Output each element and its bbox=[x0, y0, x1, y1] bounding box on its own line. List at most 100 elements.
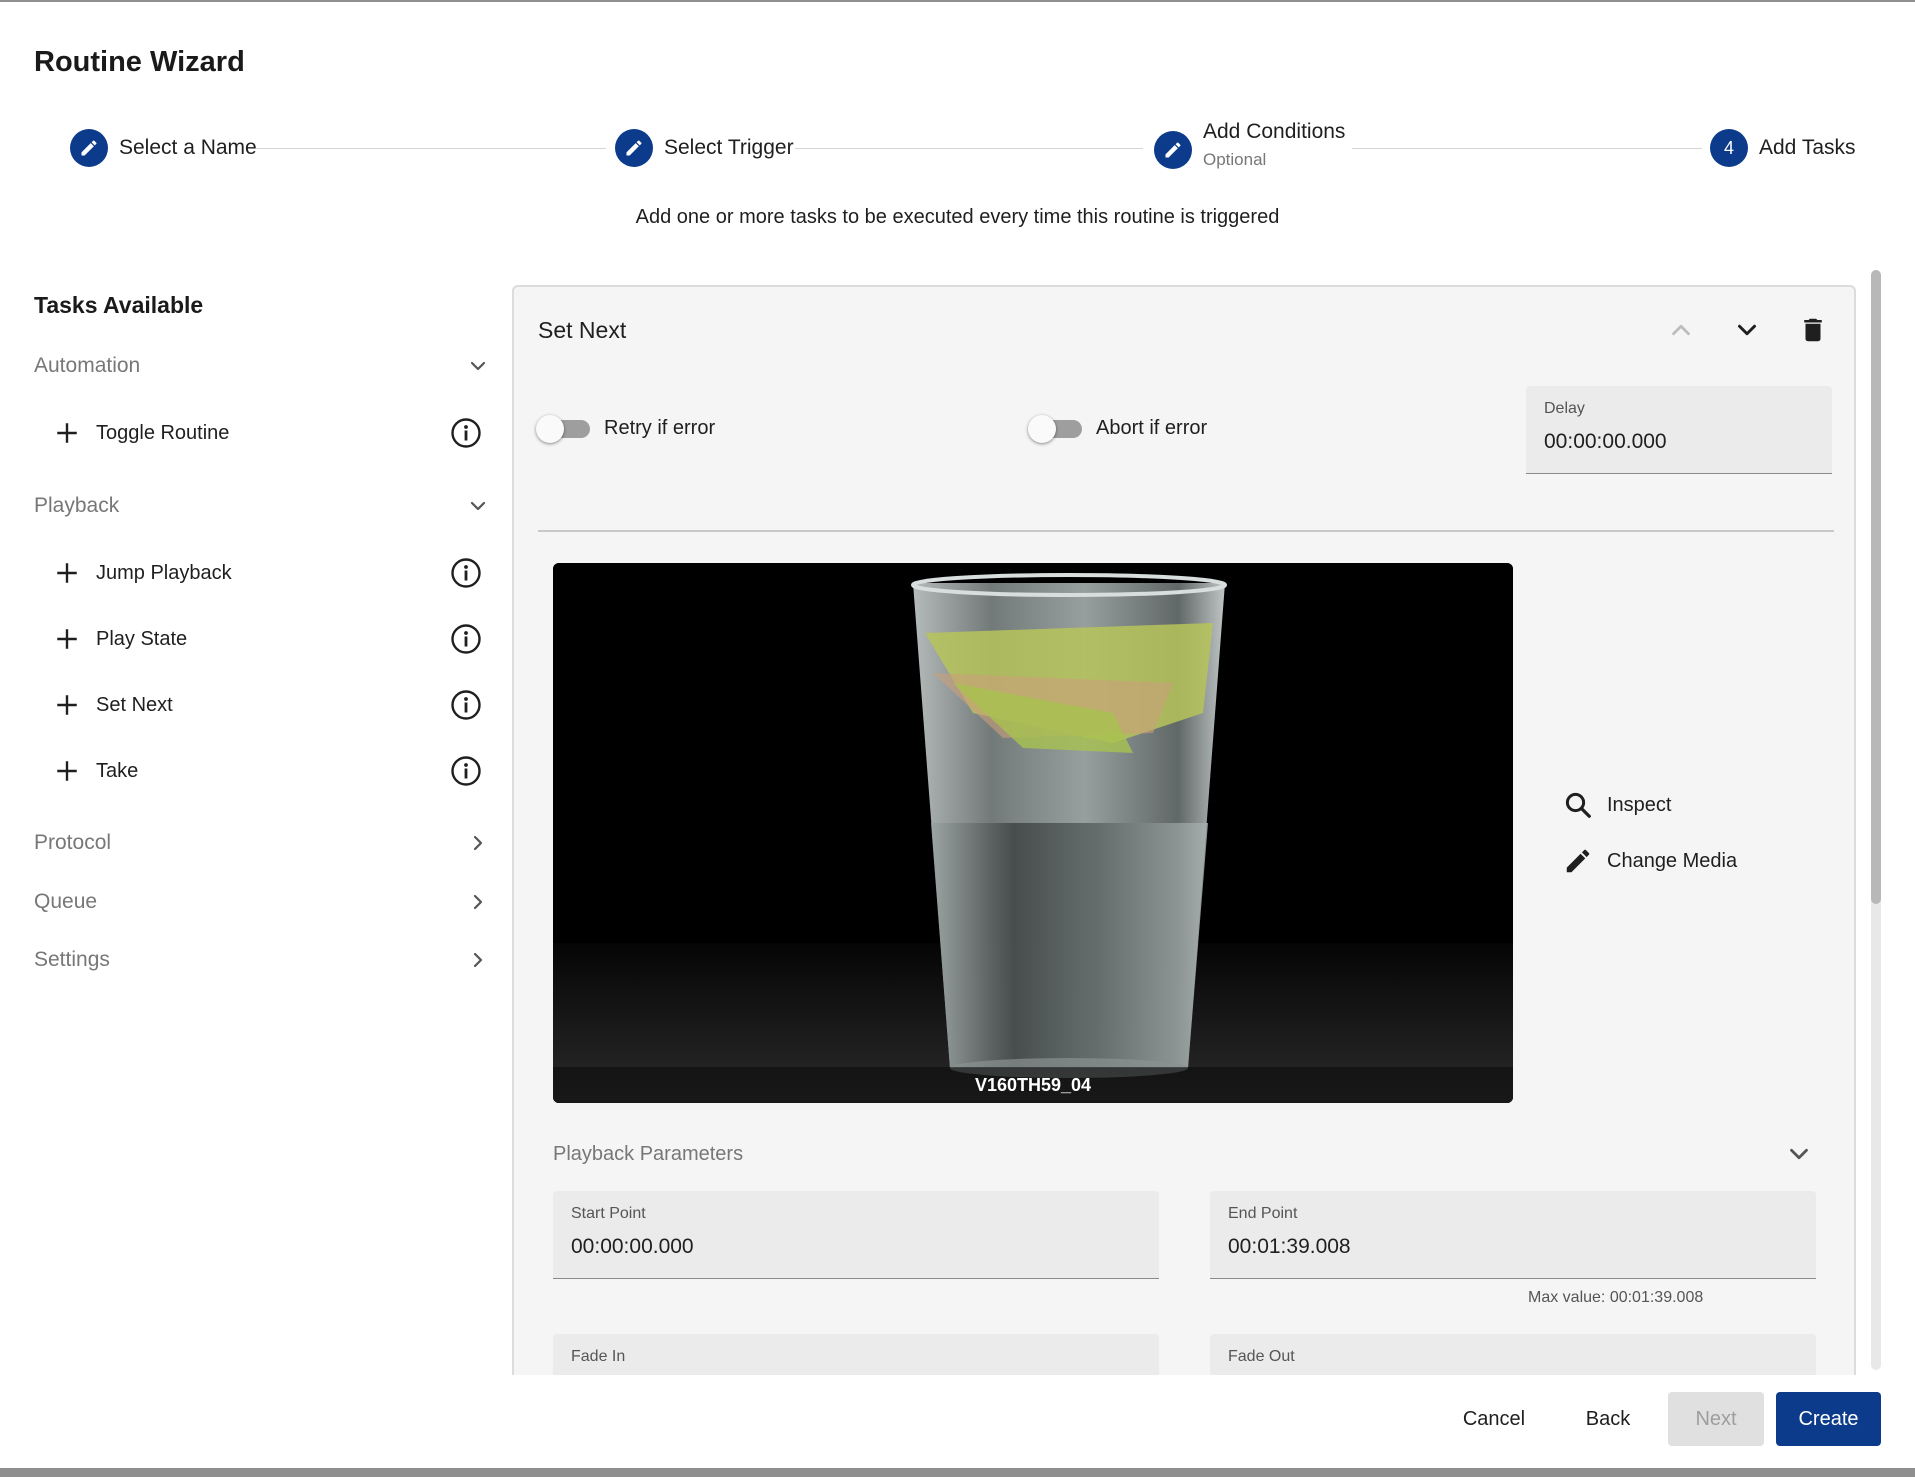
create-button[interactable]: Create bbox=[1776, 1392, 1881, 1446]
move-up-button[interactable] bbox=[1664, 313, 1698, 347]
delay-field[interactable]: Delay 00:00:00.000 bbox=[1526, 386, 1832, 474]
move-down-button[interactable] bbox=[1730, 313, 1764, 347]
info-icon[interactable] bbox=[450, 623, 482, 655]
media-preview: V160TH59_04 bbox=[553, 563, 1513, 1103]
start-point-value: 00:00:00.000 bbox=[571, 1235, 694, 1258]
plus-icon bbox=[57, 695, 77, 715]
task-item-jump-playback[interactable]: Jump Playback bbox=[54, 557, 482, 589]
task-label: Jump Playback bbox=[96, 561, 232, 584]
category-playback[interactable]: Playback bbox=[34, 494, 490, 518]
info-icon[interactable] bbox=[450, 755, 482, 787]
task-label: Take bbox=[96, 759, 139, 782]
end-point-field[interactable]: End Point 00:01:39.008 bbox=[1210, 1191, 1816, 1279]
category-automation[interactable]: Automation bbox=[34, 354, 490, 378]
trash-icon bbox=[1804, 318, 1822, 342]
inspect-label: Inspect bbox=[1607, 793, 1672, 816]
step-select-trigger[interactable]: Select Trigger bbox=[615, 129, 794, 167]
playback-parameters-title: Playback Parameters bbox=[553, 1143, 744, 1165]
chevron-down-icon[interactable] bbox=[1784, 1139, 1814, 1169]
task-label: Set Next bbox=[96, 693, 173, 716]
abort-switch[interactable] bbox=[1028, 415, 1084, 443]
end-point-value: 00:01:39.008 bbox=[1228, 1235, 1351, 1258]
plus-icon bbox=[57, 563, 77, 583]
step-3-sublabel: Optional bbox=[1203, 150, 1267, 169]
section-divider bbox=[538, 530, 1834, 532]
chevron-down-icon bbox=[1738, 324, 1756, 336]
pencil-icon bbox=[1566, 849, 1590, 873]
category-label: Playback bbox=[34, 494, 120, 517]
step-connector bbox=[256, 148, 606, 149]
category-queue[interactable]: Queue bbox=[34, 890, 490, 914]
task-card-title: Set Next bbox=[538, 317, 627, 343]
step-2-pencil-icon bbox=[615, 129, 653, 167]
info-icon[interactable] bbox=[450, 417, 482, 449]
fade-in-field[interactable]: Fade In bbox=[553, 1334, 1159, 1375]
inspect-button[interactable]: Inspect bbox=[1563, 790, 1671, 820]
abort-label: Abort if error bbox=[1096, 416, 1208, 439]
tasks-available-title: Tasks Available bbox=[34, 292, 204, 318]
step-add-tasks[interactable]: 4 Add Tasks bbox=[1710, 129, 1856, 167]
category-label: Automation bbox=[34, 354, 141, 377]
chevron-right-icon bbox=[473, 894, 483, 910]
category-label: Settings bbox=[34, 948, 110, 971]
task-item-play-state[interactable]: Play State bbox=[54, 623, 482, 655]
plus-icon bbox=[57, 761, 77, 781]
task-item-toggle-routine[interactable]: Toggle Routine bbox=[54, 417, 482, 449]
dialog-title: Routine Wizard bbox=[34, 46, 245, 78]
fade-out-label: Fade Out bbox=[1228, 1348, 1295, 1365]
retry-switch[interactable] bbox=[536, 415, 592, 443]
start-point-label: Start Point bbox=[571, 1205, 646, 1222]
scrollbar-thumb[interactable] bbox=[1871, 270, 1881, 904]
retry-if-error-toggle[interactable]: Retry if error bbox=[536, 415, 716, 443]
step-3-pencil-icon bbox=[1154, 131, 1192, 169]
instruction-text: Add one or more tasks to be executed eve… bbox=[635, 206, 1280, 228]
task-card: Set Next Retry if error Abort if error D… bbox=[512, 285, 1856, 1375]
step-add-conditions[interactable]: Add Conditions Optional bbox=[1154, 120, 1345, 170]
search-icon bbox=[1565, 792, 1591, 818]
plus-icon bbox=[57, 423, 77, 443]
chevron-down-icon bbox=[470, 501, 486, 511]
chevron-right-icon bbox=[473, 952, 483, 968]
chevron-down-icon bbox=[470, 361, 486, 371]
category-label: Protocol bbox=[34, 831, 112, 854]
delay-label: Delay bbox=[1544, 400, 1585, 417]
plus-icon bbox=[57, 629, 77, 649]
delete-task-button[interactable] bbox=[1796, 313, 1830, 347]
abort-if-error-toggle[interactable]: Abort if error bbox=[1028, 415, 1208, 443]
category-label: Queue bbox=[34, 890, 98, 913]
step-connector bbox=[1352, 148, 1702, 149]
chevron-up-icon bbox=[1672, 324, 1690, 336]
step-2-label: Select Trigger bbox=[664, 136, 794, 159]
next-button[interactable]: Next bbox=[1668, 1392, 1764, 1446]
fade-in-label: Fade In bbox=[571, 1348, 626, 1365]
category-protocol[interactable]: Protocol bbox=[34, 831, 490, 855]
delay-value: 00:00:00.000 bbox=[1544, 430, 1667, 453]
info-icon[interactable] bbox=[450, 689, 482, 721]
task-item-take[interactable]: Take bbox=[54, 755, 482, 787]
routine-wizard-dialog: Routine Wizard Select a Name Select Trig… bbox=[0, 2, 1915, 1468]
media-thumbnail bbox=[553, 563, 1513, 1103]
step-1-pencil-icon bbox=[70, 129, 108, 167]
step-4-number: 4 bbox=[1710, 129, 1748, 167]
task-item-set-next[interactable]: Set Next bbox=[54, 689, 482, 721]
fade-out-field[interactable]: Fade Out bbox=[1210, 1334, 1816, 1375]
info-icon[interactable] bbox=[450, 557, 482, 589]
change-media-button[interactable]: Change Media bbox=[1563, 846, 1737, 876]
step-1-label: Select a Name bbox=[119, 136, 257, 159]
back-button[interactable]: Back bbox=[1563, 1392, 1653, 1446]
task-label: Play State bbox=[96, 627, 188, 650]
retry-label: Retry if error bbox=[604, 416, 716, 439]
media-caption: V160TH59_04 bbox=[553, 1067, 1513, 1103]
cancel-button[interactable]: Cancel bbox=[1444, 1392, 1544, 1446]
start-point-field[interactable]: Start Point 00:00:00.000 bbox=[553, 1191, 1159, 1279]
step-connector bbox=[795, 148, 1143, 149]
step-select-name[interactable]: Select a Name bbox=[70, 129, 257, 167]
step-4-label: Add Tasks bbox=[1759, 136, 1856, 159]
step-3-label: Add Conditions bbox=[1203, 120, 1346, 143]
end-point-label: End Point bbox=[1228, 1205, 1298, 1222]
end-point-helper: Max value: 00:01:39.008 bbox=[1528, 1289, 1704, 1306]
chevron-right-icon bbox=[473, 835, 483, 851]
task-label: Toggle Routine bbox=[96, 421, 230, 444]
change-media-label: Change Media bbox=[1607, 849, 1738, 872]
category-settings[interactable]: Settings bbox=[34, 948, 490, 972]
